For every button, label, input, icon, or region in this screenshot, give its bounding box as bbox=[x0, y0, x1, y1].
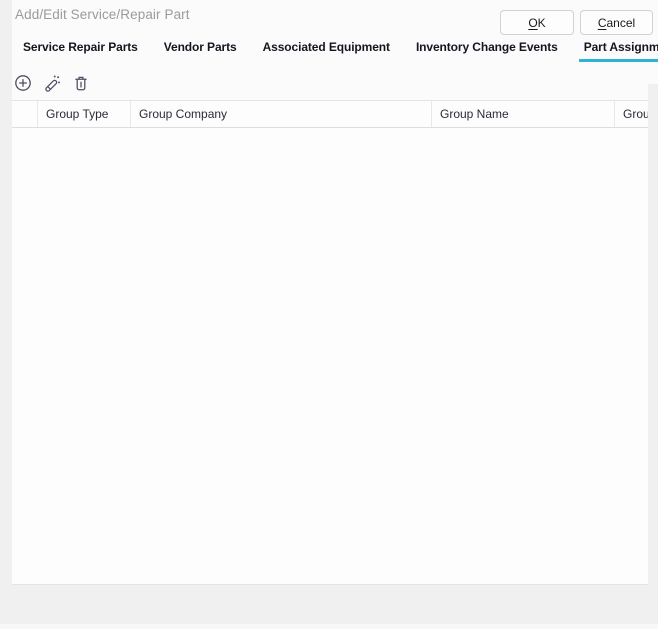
circle-plus-icon bbox=[14, 74, 32, 92]
grid-header-row: Group Type Group Company Group Name Grou bbox=[12, 100, 648, 128]
right-gray-margin bbox=[648, 84, 658, 585]
tab-service-repair-parts[interactable]: Service Repair Parts bbox=[18, 38, 143, 62]
grid-column-group-clipped[interactable]: Grou bbox=[614, 101, 648, 127]
add-assignment-button[interactable] bbox=[13, 73, 33, 93]
grid-empty-body bbox=[12, 128, 648, 584]
window-bottom-edge bbox=[0, 624, 658, 629]
grid-toolbar bbox=[13, 73, 91, 93]
magic-wand-icon bbox=[43, 74, 61, 92]
grid-column-group-type[interactable]: Group Type bbox=[37, 101, 130, 127]
cancel-label-rest: ancel bbox=[606, 16, 635, 30]
dialog-title: Add/Edit Service/Repair Part bbox=[15, 7, 190, 22]
grid-column-group-name[interactable]: Group Name bbox=[431, 101, 614, 127]
tab-inventory-change-events[interactable]: Inventory Change Events bbox=[411, 38, 563, 62]
part-assignments-grid: Group Type Group Company Group Name Grou bbox=[12, 100, 648, 585]
grid-column-row-selector[interactable] bbox=[12, 101, 37, 127]
edit-assignment-button[interactable] bbox=[42, 73, 62, 93]
left-gray-margin bbox=[0, 0, 12, 629]
ok-label-mnemonic: O bbox=[528, 16, 537, 30]
tab-associated-equipment[interactable]: Associated Equipment bbox=[258, 38, 395, 62]
tab-strip: Service Repair Parts Vendor Parts Associ… bbox=[18, 38, 658, 62]
cancel-button[interactable]: Cancel bbox=[580, 10, 653, 35]
dialog-add-edit-service-repair-part: Add/Edit Service/Repair Part Service Rep… bbox=[0, 0, 658, 629]
ok-label-rest: K bbox=[538, 16, 546, 30]
dialog-footer bbox=[0, 585, 658, 629]
grid-column-group-company[interactable]: Group Company bbox=[130, 101, 431, 127]
trash-icon bbox=[72, 74, 90, 92]
tab-vendor-parts[interactable]: Vendor Parts bbox=[159, 38, 242, 62]
delete-assignment-button[interactable] bbox=[71, 73, 91, 93]
cancel-label-mnemonic: C bbox=[598, 16, 607, 30]
tab-part-assignments[interactable]: Part Assignments bbox=[579, 38, 658, 62]
ok-button[interactable]: OK bbox=[500, 10, 574, 35]
